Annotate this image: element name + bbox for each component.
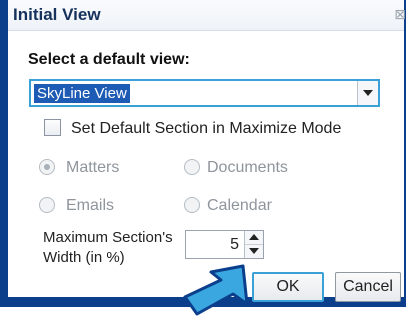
pointer-arrow-icon bbox=[183, 264, 249, 316]
stepper-up-icon[interactable] bbox=[245, 231, 263, 245]
radio-emails-label: Emails bbox=[66, 197, 115, 214]
initial-view-dialog: Initial View ⊠ Select a default view: Sk… bbox=[8, 0, 406, 302]
cancel-button[interactable]: Cancel bbox=[335, 272, 401, 302]
radio-calendar-label: Calendar bbox=[207, 197, 272, 214]
dialog-title: Initial View bbox=[13, 5, 101, 24]
close-icon[interactable]: ⊠ bbox=[394, 6, 406, 23]
default-view-value: SkyLine View bbox=[34, 84, 130, 103]
stepper-down-icon[interactable] bbox=[245, 245, 263, 258]
max-section-width-stepper[interactable]: 5 bbox=[185, 230, 264, 259]
ok-button[interactable]: OK bbox=[252, 272, 324, 302]
radio-documents-label: Documents bbox=[207, 159, 288, 176]
radio-calendar[interactable] bbox=[184, 197, 200, 213]
max-section-width-label-line1: Maximum Section's bbox=[43, 229, 173, 246]
default-view-select[interactable]: SkyLine View bbox=[29, 79, 380, 107]
radio-emails[interactable] bbox=[39, 197, 55, 213]
title-bar: Initial View ⊠ bbox=[8, 0, 406, 31]
radio-documents[interactable] bbox=[184, 159, 200, 175]
maximize-mode-checkbox[interactable] bbox=[44, 119, 61, 136]
stepper-buttons bbox=[244, 231, 263, 258]
maximize-mode-label: Set Default Section in Maximize Mode bbox=[71, 120, 342, 137]
radio-matters-label: Matters bbox=[66, 159, 120, 176]
max-section-width-label-line2: Width (in %) bbox=[43, 249, 125, 266]
max-section-width-value: 5 bbox=[230, 236, 239, 253]
default-view-label: Select a default view: bbox=[28, 51, 190, 68]
max-section-width-label: Maximum Section's Width (in %) bbox=[43, 228, 173, 268]
radio-matters[interactable] bbox=[39, 159, 55, 175]
chevron-down-icon[interactable] bbox=[357, 81, 378, 105]
